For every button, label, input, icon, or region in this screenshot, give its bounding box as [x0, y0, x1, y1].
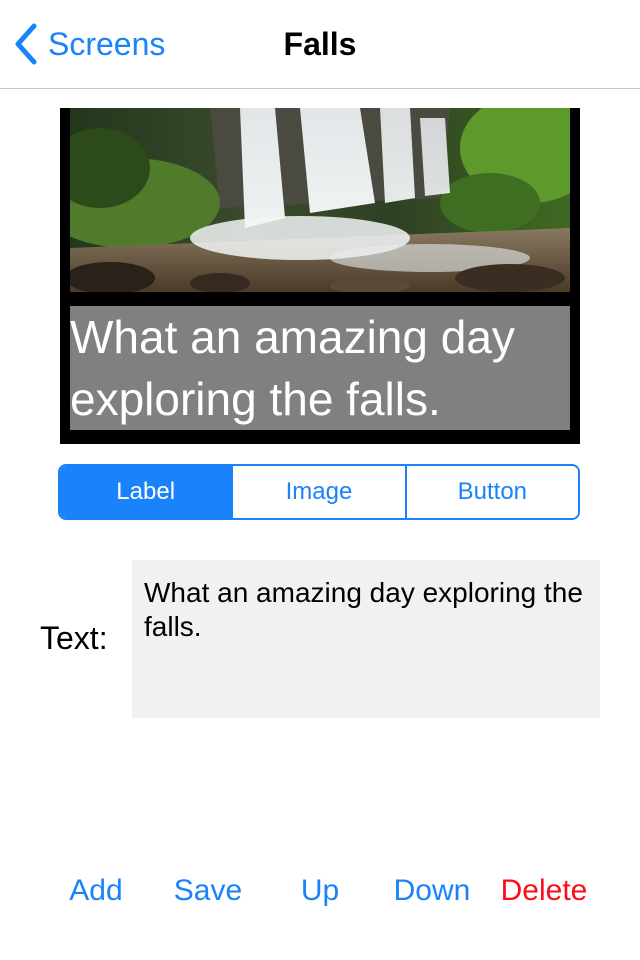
add-button[interactable]: Add [40, 866, 152, 916]
screen: Screens Falls What an amazing day explor… [0, 0, 640, 960]
up-button[interactable]: Up [264, 866, 376, 916]
element-type-segmented-control: Label Image Button [58, 464, 580, 520]
text-input[interactable]: What an amazing day exploring the falls. [132, 560, 600, 718]
segment-image[interactable]: Image [231, 466, 405, 518]
text-field-label: Text: [40, 620, 108, 656]
page-title: Falls [283, 26, 357, 62]
bottom-toolbar: Add Save Up Down Delete [40, 866, 600, 916]
preview-caption: What an amazing day exploring the falls. [70, 306, 570, 430]
screen-preview: What an amazing day exploring the falls. [60, 108, 580, 444]
waterfall-photo [70, 108, 570, 292]
segment-button[interactable]: Button [404, 466, 578, 518]
delete-button[interactable]: Delete [488, 866, 600, 916]
segment-label[interactable]: Label [60, 466, 232, 518]
down-button[interactable]: Down [376, 866, 488, 916]
navigation-bar: Screens Falls [0, 0, 640, 89]
save-button[interactable]: Save [152, 866, 264, 916]
